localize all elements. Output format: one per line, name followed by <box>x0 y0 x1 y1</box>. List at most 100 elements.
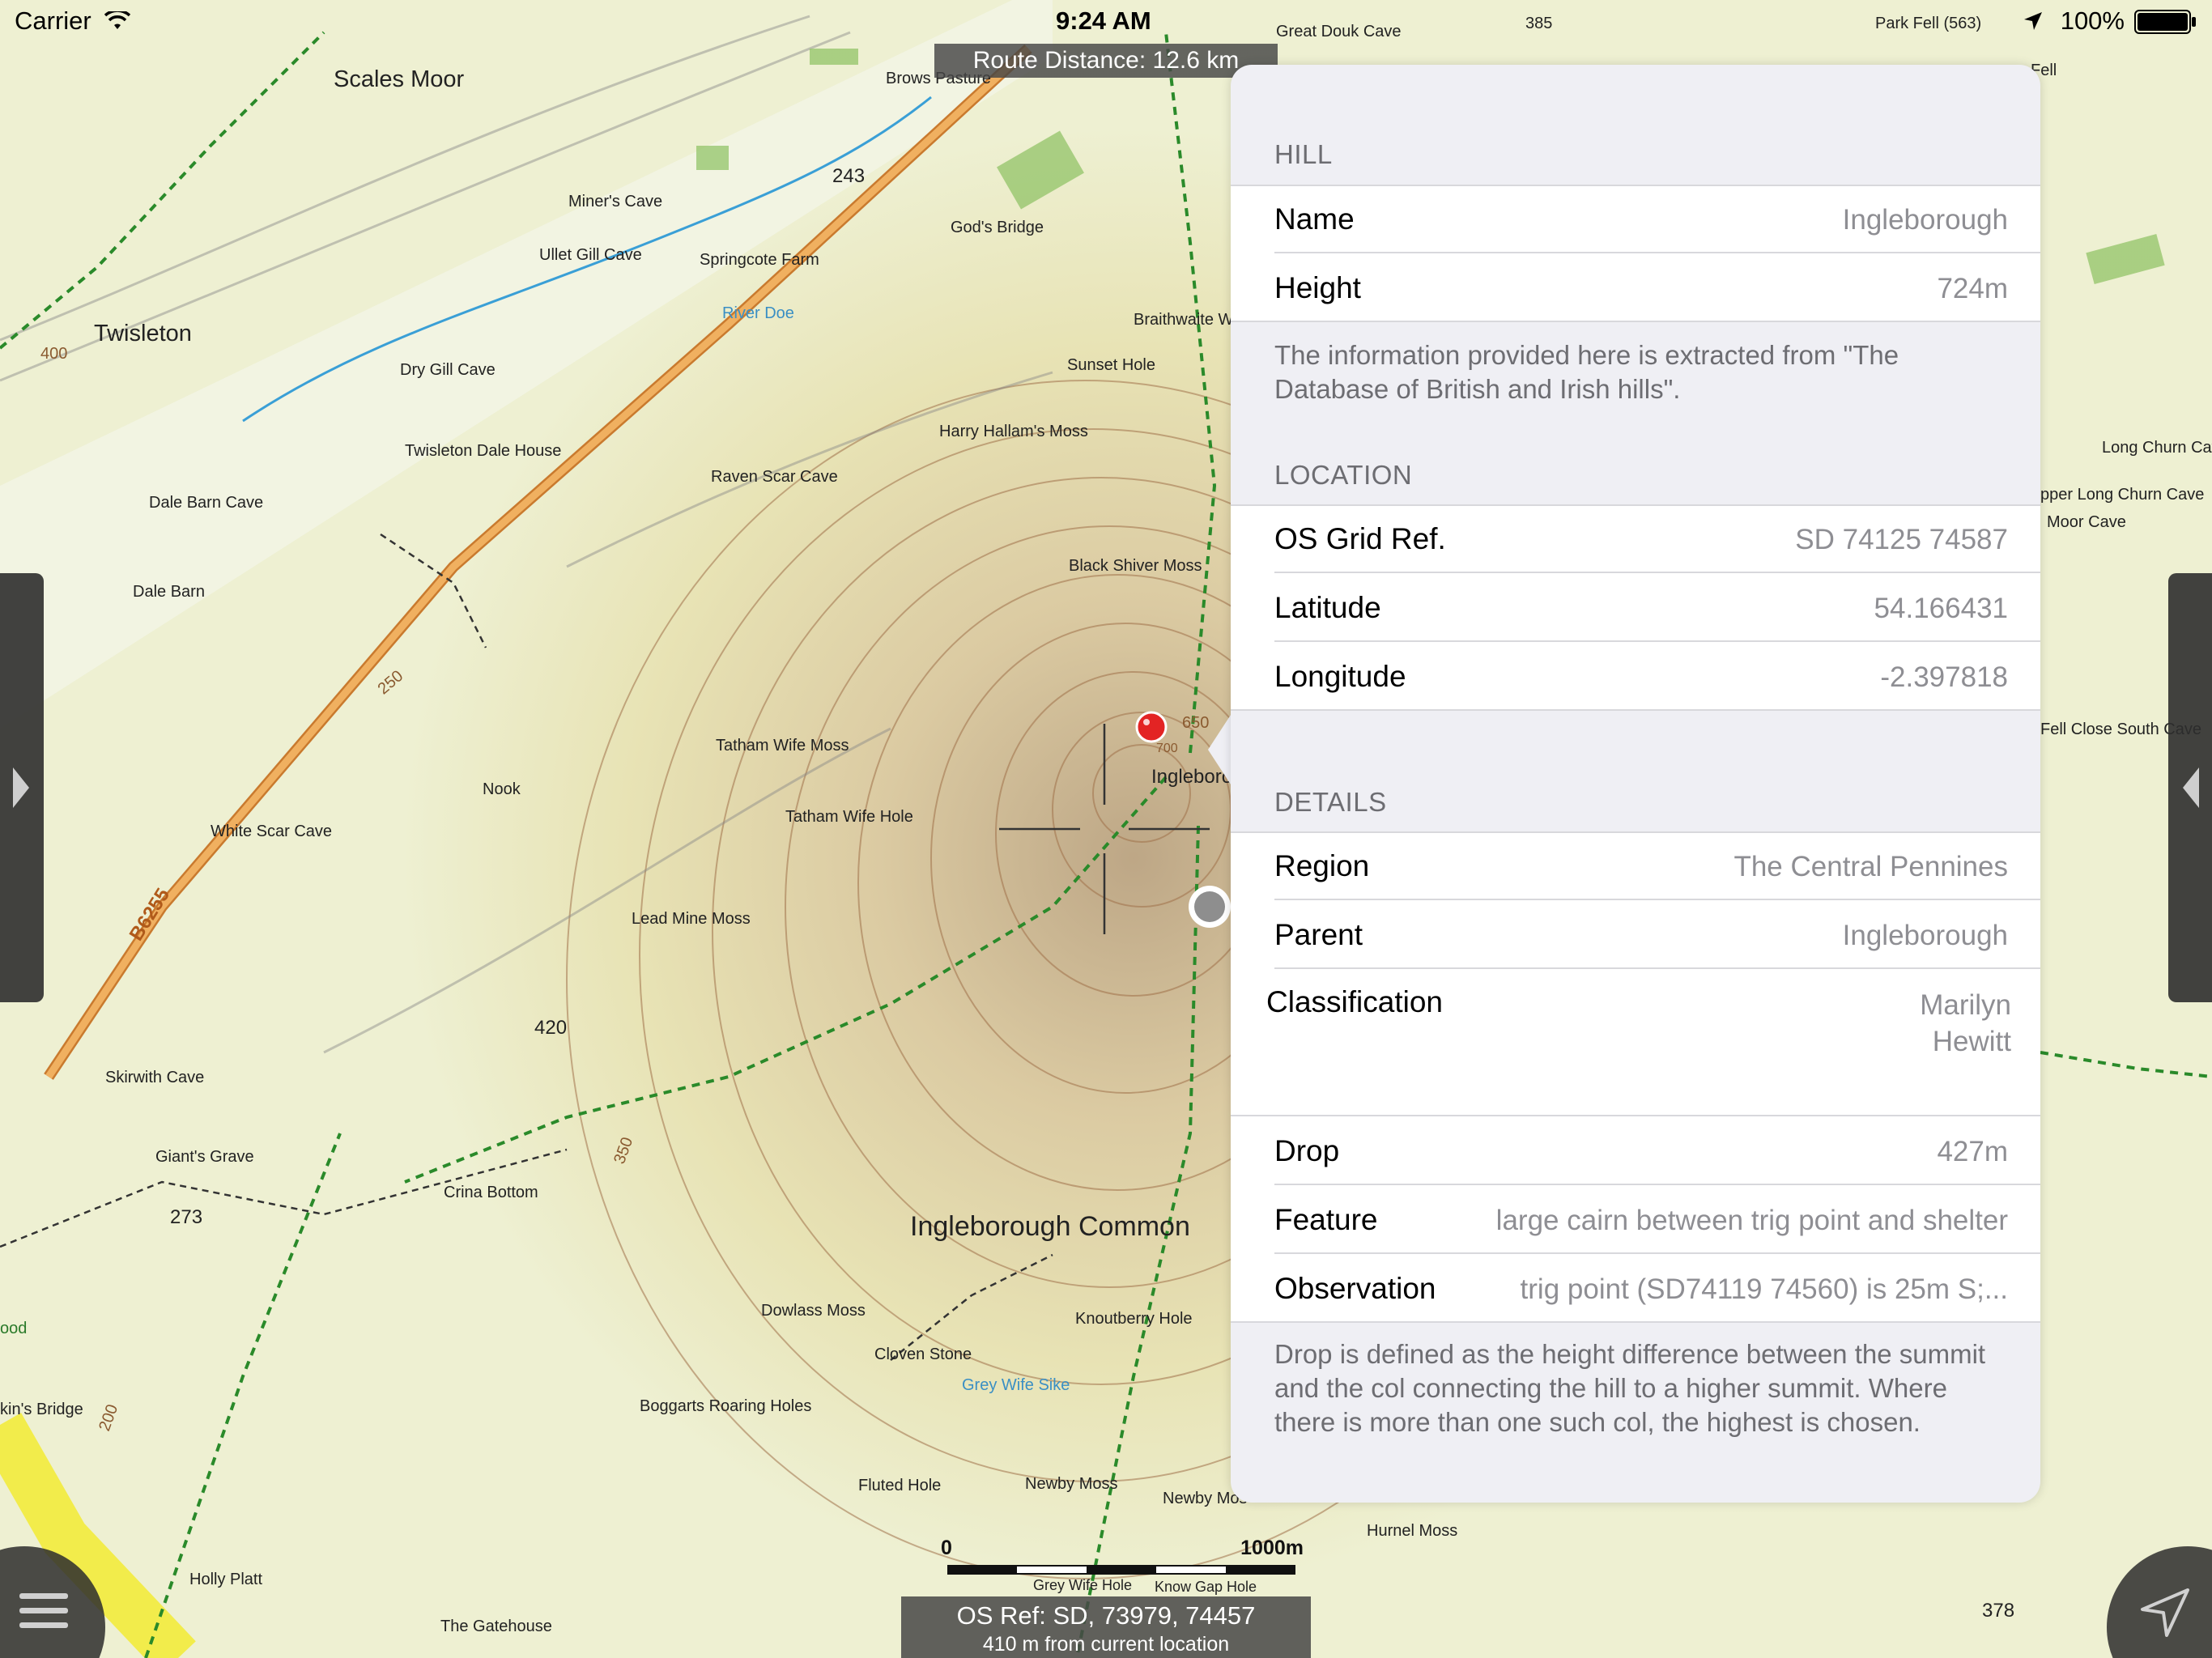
row-label: Parent <box>1274 918 1363 951</box>
row-value: Ingleborough <box>1842 920 2008 951</box>
map-label: Knoutberry Hole <box>1075 1310 1193 1328</box>
map-label: Braithwaite W <box>1134 311 1234 329</box>
map-label: Dale Barn Cave <box>149 494 264 512</box>
row-value: trig point (SD74119 74560) is 25m S;... <box>1520 1273 2008 1305</box>
row-label: Latitude <box>1274 591 1381 624</box>
info-row-parent[interactable]: Parent Ingleborough <box>1231 900 2040 969</box>
map-label: The Gatehouse <box>440 1618 552 1635</box>
map-label: Newby Moss <box>1025 1475 1118 1493</box>
map-label: Twisleton Dale House <box>405 442 562 460</box>
map-label: 273 <box>170 1206 203 1228</box>
map-label: pper Long Churn Cave <box>2040 486 2205 504</box>
map-label: 420 <box>534 1017 568 1039</box>
map-label: Tatham Wife Hole <box>785 808 913 826</box>
row-value: The Central Pennines <box>1733 851 2008 882</box>
map-pin-icon[interactable] <box>1134 709 1169 750</box>
map-label: Crina Bottom <box>444 1184 538 1201</box>
status-bar: Carrier 9:24 AM 100% <box>0 0 2212 42</box>
status-time: 9:24 AM <box>1056 6 1151 35</box>
info-row-drop[interactable]: Drop 427m <box>1231 1116 2040 1185</box>
map-label: Nook <box>483 780 521 798</box>
map-label: Cloven Stone <box>874 1346 972 1363</box>
drop-definition-note: Drop is defined as the height difference… <box>1274 1339 1986 1437</box>
map-label: Long Churn Cave <box>2102 439 2212 457</box>
row-label: Feature <box>1274 1203 1378 1236</box>
row-label: Observation <box>1274 1272 1436 1305</box>
map-label: White Scar Cave <box>211 823 333 840</box>
right-drawer-handle[interactable] <box>2168 573 2212 1002</box>
map-label: Dowlass Moss <box>761 1302 866 1320</box>
row-label: Classification <box>1266 985 1443 1018</box>
chevron-right-icon <box>13 767 29 808</box>
map-label: Black Shiver Moss <box>1069 557 1202 575</box>
row-label: Drop <box>1274 1134 1340 1167</box>
scale-end-label: 1000m <box>1240 1537 1304 1559</box>
map-label: Hurnel Moss <box>1367 1522 1458 1540</box>
row-value: 724m <box>1937 273 2008 304</box>
info-row-name[interactable]: Name Ingleborough <box>1231 185 2040 253</box>
row-label: Height <box>1274 271 1361 304</box>
row-value: large cairn between trig point and shelt… <box>1495 1205 2008 1236</box>
classification-values: Marilyn Hewitt <box>1920 987 2011 1060</box>
map-label: Springcote Farm <box>700 251 819 269</box>
os-reference: OS Ref: SD, 73979, 74457 <box>956 1601 1256 1630</box>
hill-info-popover: HILL Name Ingleborough Height 724m The i… <box>1231 65 2040 1503</box>
row-value: -2.397818 <box>1880 661 2008 693</box>
map-label: Scales Moor <box>334 66 465 92</box>
popover-arrow <box>1208 712 1232 787</box>
map-label: Dale Barn <box>133 583 205 601</box>
row-value: Ingleborough <box>1842 204 2008 236</box>
map-label: Miner's Cave <box>568 193 663 210</box>
map-label: Raven Scar Cave <box>711 468 838 486</box>
map-label: River Doe <box>722 304 794 322</box>
row-label: Longitude <box>1274 660 1406 693</box>
classification-value: Hewitt <box>1932 1026 2011 1057</box>
map-label: 378 <box>1982 1600 2015 1622</box>
row-label: Region <box>1274 849 1370 882</box>
map-label: ood <box>0 1320 28 1337</box>
info-row-os-grid-ref[interactable]: OS Grid Ref. SD 74125 74587 <box>1231 504 2040 573</box>
info-row-latitude[interactable]: Latitude 54.166431 <box>1231 573 2040 642</box>
hill-data-source-note: The information provided here is extract… <box>1274 340 1899 404</box>
info-row-region[interactable]: Region The Central Pennines <box>1231 831 2040 900</box>
map-label: Moor Cave <box>2047 513 2126 531</box>
map-label: Dry Gill Cave <box>400 361 496 379</box>
section-header-details: DETAILS <box>1274 787 1387 817</box>
info-row-height[interactable]: Height 724m <box>1231 253 2040 322</box>
map-label: Holly Platt <box>189 1571 263 1588</box>
map-label: Giant's Grave <box>155 1148 254 1166</box>
map-label: Fluted Hole <box>858 1477 942 1494</box>
wifi-icon <box>104 9 131 29</box>
location-arrow-icon <box>2024 12 2043 30</box>
map-label: Boggarts Roaring Holes <box>640 1397 812 1415</box>
left-drawer-handle[interactable] <box>0 573 44 1002</box>
section-header-location: LOCATION <box>1274 460 1413 490</box>
map-label: 243 <box>832 165 866 187</box>
map-label: Twisleton <box>94 321 192 346</box>
classification-value: Marilyn <box>1920 989 2011 1021</box>
battery-status: 100% <box>2023 6 2125 36</box>
hamburger-menu-icon <box>19 1593 68 1628</box>
scale-bar: 0 1000m <box>939 1537 1304 1593</box>
info-row-feature[interactable]: Feature large cairn between trig point a… <box>1231 1185 2040 1254</box>
info-row-observation[interactable]: Observation trig point (SD74119 74560) i… <box>1231 1254 2040 1323</box>
battery-percent: 100% <box>2060 6 2125 35</box>
map-label: Harry Hallam's Moss <box>939 423 1088 440</box>
info-row-longitude[interactable]: Longitude -2.397818 <box>1231 642 2040 711</box>
scale-ruler <box>947 1565 1295 1575</box>
chevron-left-icon <box>2183 767 2199 808</box>
row-value: SD 74125 74587 <box>1795 524 2008 555</box>
map-label: kin's Bridge <box>0 1401 83 1418</box>
map-label: Tatham Wife Moss <box>716 737 849 755</box>
navigation-arrow-icon <box>2141 1588 2189 1637</box>
row-value: 54.166431 <box>1874 593 2008 624</box>
map-label: 400 <box>40 345 68 363</box>
section-header-hill: HILL <box>1274 139 1333 169</box>
map-label: Lead Mine Moss <box>632 910 751 928</box>
row-value: 427m <box>1937 1136 2008 1167</box>
carrier-label: Carrier <box>15 6 131 36</box>
map-label: Ingleborough Common <box>910 1211 1190 1242</box>
info-row-classification[interactable]: Classification Marilyn Hewitt <box>1231 969 2040 1116</box>
scale-start-label: 0 <box>941 1537 952 1559</box>
carrier-text: Carrier <box>15 6 91 35</box>
